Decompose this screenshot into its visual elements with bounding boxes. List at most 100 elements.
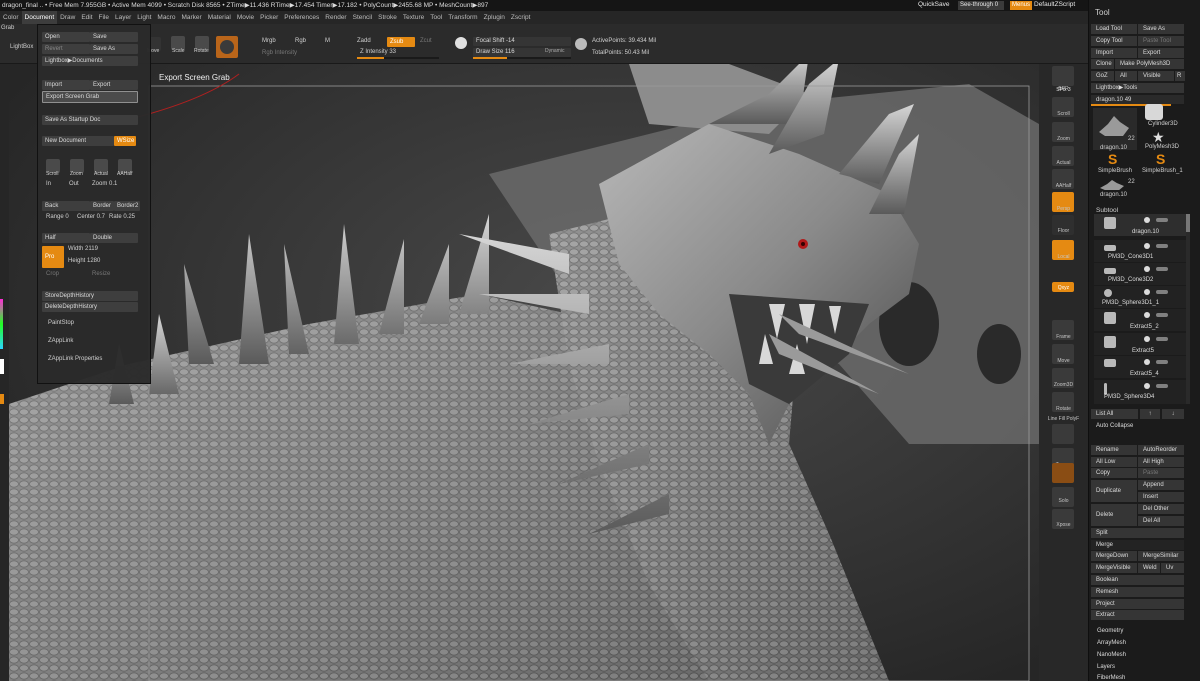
menu-texture[interactable]: Texture: [400, 11, 427, 24]
subtool-scrollbar[interactable]: [1186, 214, 1190, 404]
color-picker-strip[interactable]: [0, 299, 3, 349]
bpr-button[interactable]: [1052, 66, 1074, 86]
new-document-button[interactable]: New Document: [42, 136, 114, 146]
subtool-item[interactable]: Extract5_2: [1094, 309, 1186, 331]
subtool-item[interactable]: Extract5: [1094, 333, 1186, 355]
zcut-button[interactable]: Zcut: [420, 38, 432, 44]
save-as-startup-doc-button[interactable]: Save As Startup Doc: [42, 115, 138, 125]
export-tool-button[interactable]: Export: [1138, 48, 1184, 58]
delete-button[interactable]: Delete: [1091, 504, 1137, 526]
arrow-down-icon[interactable]: ↓: [1162, 409, 1184, 419]
mrgb-button[interactable]: Mrgb: [262, 38, 276, 44]
menu-render[interactable]: Render: [322, 11, 349, 24]
border2-button[interactable]: Border2: [114, 201, 140, 211]
menu-stroke[interactable]: Stroke: [375, 11, 400, 24]
rename-button[interactable]: Rename: [1091, 445, 1137, 455]
subtool-item[interactable]: dragon.10: [1094, 214, 1186, 236]
weld-button[interactable]: Weld: [1138, 563, 1160, 573]
half-button[interactable]: Half: [42, 233, 90, 243]
spix-label[interactable]: SPix 3: [1039, 87, 1088, 93]
clone-button[interactable]: Clone: [1091, 59, 1114, 69]
subtool-item[interactable]: PM3D_Sphere3D4: [1094, 380, 1186, 404]
menu-zplugin[interactable]: Zplugin: [481, 11, 508, 24]
secondary-color-swatch[interactable]: [0, 394, 4, 404]
delete-depth-history-button[interactable]: DeleteDepthHistory: [42, 302, 138, 312]
subtool-item[interactable]: PM3D_Cone3D1: [1094, 240, 1186, 262]
zapplink-properties-button[interactable]: ZAppLink Properties: [48, 356, 102, 362]
extract-section[interactable]: Extract: [1091, 610, 1184, 620]
simplebrush-icon[interactable]: S: [1108, 152, 1117, 166]
boolean-section[interactable]: Boolean: [1091, 575, 1184, 585]
lightbox-tools-button[interactable]: Lightbox▶Tools: [1091, 83, 1184, 93]
menu-light[interactable]: Light: [134, 11, 154, 24]
draw-size-track[interactable]: [473, 57, 571, 59]
autoreorder-button[interactable]: AutoReorder: [1138, 445, 1184, 455]
z-intensity-track[interactable]: [357, 57, 439, 59]
pro-button[interactable]: Pro: [42, 246, 64, 268]
del-all-button[interactable]: Del All: [1138, 516, 1184, 526]
rgb-button[interactable]: Rgb: [295, 38, 306, 44]
wsize-button[interactable]: WSize: [114, 136, 136, 146]
all-low-button[interactable]: All Low: [1091, 457, 1137, 467]
zoom-slider[interactable]: Zoom 0.1: [92, 181, 117, 187]
double-button[interactable]: Double: [90, 233, 138, 243]
tool-selector-track[interactable]: [1091, 104, 1184, 106]
m-button[interactable]: M: [325, 38, 330, 44]
export-screen-grab-button[interactable]: Export Screen Grab: [42, 91, 138, 103]
width-slider[interactable]: Width 2119: [68, 246, 98, 252]
merge-visible-button[interactable]: MergeVisible: [1091, 563, 1137, 573]
cylinder3d-icon[interactable]: [1145, 104, 1163, 120]
all-high-button[interactable]: All High: [1138, 457, 1184, 467]
canvas-viewport[interactable]: Export Screen Grab: [9, 64, 1039, 681]
in-button[interactable]: In: [46, 181, 51, 187]
menu-transform[interactable]: Transform: [445, 11, 480, 24]
lightbox-documents-button[interactable]: Lightbox▶Documents: [42, 56, 138, 66]
save-as-tool-button[interactable]: Save As: [1138, 24, 1184, 34]
uv-button[interactable]: Uv: [1161, 563, 1184, 573]
height-slider[interactable]: Height 1280: [68, 258, 100, 264]
menu-macro[interactable]: Macro: [154, 11, 178, 24]
solo-icon[interactable]: [1052, 487, 1074, 507]
menu-tool[interactable]: Tool: [427, 11, 445, 24]
duplicate-button[interactable]: Duplicate: [1091, 480, 1137, 502]
menu-material[interactable]: Material: [205, 11, 234, 24]
merge-section[interactable]: Merge: [1091, 540, 1184, 550]
store-depth-history-button[interactable]: StoreDepthHistory: [42, 291, 138, 301]
simplebrush-1-icon[interactable]: S: [1156, 152, 1165, 166]
save-as-button[interactable]: Save As: [90, 44, 138, 54]
zapplink-button[interactable]: ZAppLink: [48, 338, 73, 344]
menu-picker[interactable]: Picker: [257, 11, 281, 24]
dynamic-toggle[interactable]: Dynamic: [545, 48, 564, 54]
open-button[interactable]: Open: [42, 32, 90, 42]
nanomesh-section[interactable]: NanoMesh: [1097, 652, 1126, 658]
layers-section[interactable]: Layers: [1097, 664, 1115, 670]
del-other-button[interactable]: Del Other: [1138, 504, 1184, 514]
menu-file[interactable]: File: [96, 11, 112, 24]
out-button[interactable]: Out: [69, 181, 79, 187]
rate-slider[interactable]: Rate 0.25: [109, 214, 135, 220]
see-through-slider[interactable]: See-through 0: [958, 1, 1004, 10]
paste-tool-button[interactable]: Paste Tool: [1138, 36, 1184, 46]
main-color-swatch[interactable]: [0, 359, 4, 374]
menu-color[interactable]: Color: [0, 11, 22, 24]
merge-similar-button[interactable]: MergeSimilar: [1138, 551, 1184, 561]
back-button[interactable]: Back: [42, 201, 90, 211]
subtool-header[interactable]: Subtool: [1096, 207, 1118, 214]
zsub-button[interactable]: Zsub: [387, 37, 415, 47]
subtool-item[interactable]: PM3D_Cone3D2: [1094, 263, 1186, 285]
lightbox-button[interactable]: LightBox: [10, 44, 33, 50]
insert-button[interactable]: Insert: [1138, 492, 1184, 502]
material-preview-icon[interactable]: [216, 36, 238, 58]
border-button[interactable]: Border: [90, 201, 114, 211]
subtool-item[interactable]: Extract5_4: [1094, 356, 1186, 378]
menu-draw[interactable]: Draw: [57, 11, 78, 24]
arrow-up-icon[interactable]: ↑: [1140, 409, 1160, 419]
range-slider[interactable]: Range 0: [46, 214, 69, 220]
z-intensity-slider[interactable]: Z Intensity 33: [360, 49, 396, 55]
center-slider[interactable]: Center 0.7: [77, 214, 105, 220]
menus-button[interactable]: Menus: [1010, 1, 1032, 10]
default-zscript-button[interactable]: DefaultZScript: [1034, 1, 1075, 8]
auto-collapse-button[interactable]: Auto Collapse: [1091, 421, 1141, 431]
revert-button[interactable]: Revert: [42, 44, 90, 54]
zadd-button[interactable]: Zadd: [357, 38, 371, 44]
